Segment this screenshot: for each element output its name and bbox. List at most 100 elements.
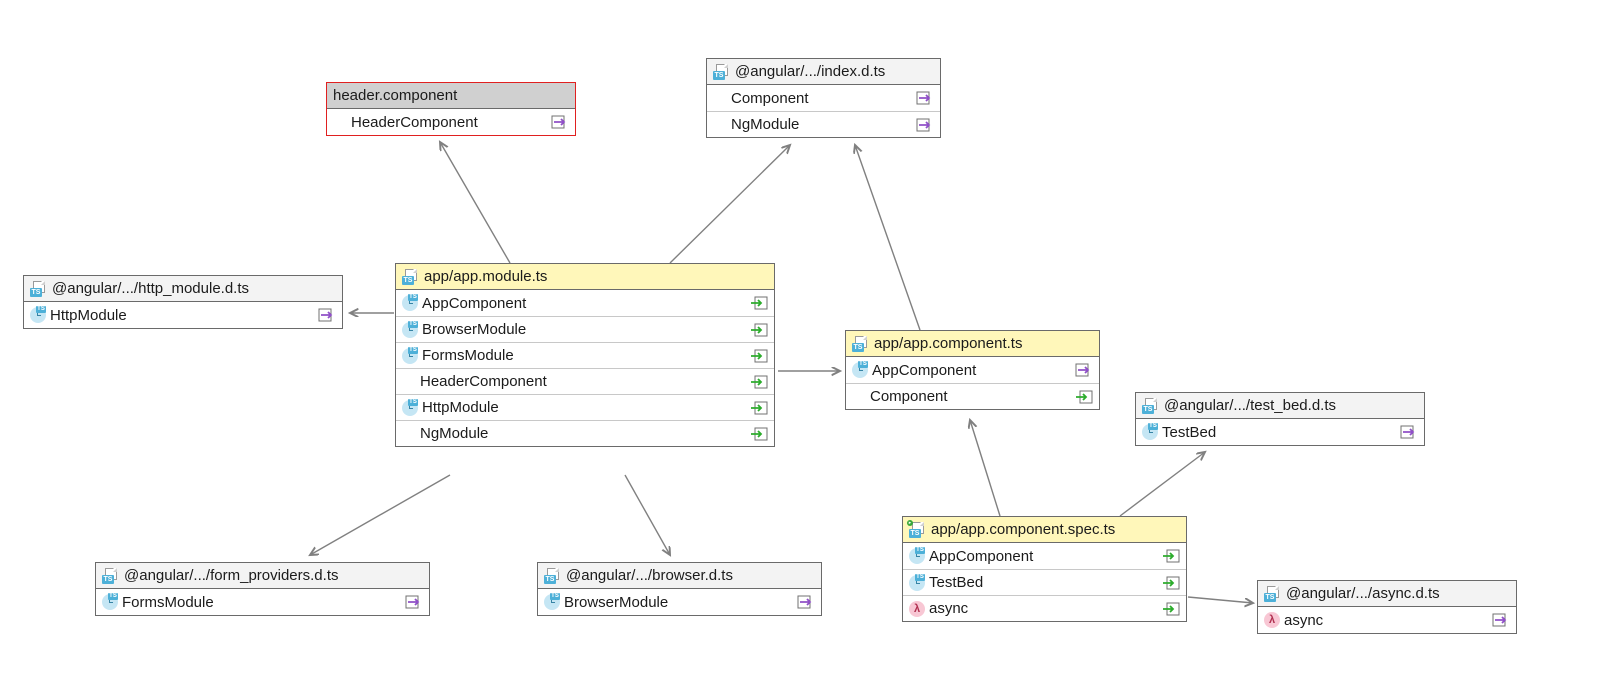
- node-title: TS @angular/.../browser.d.ts: [538, 563, 821, 589]
- arrow-spec-to-testbed: [1120, 452, 1205, 516]
- ts-file-icon: TS: [102, 568, 120, 584]
- export-icon: [1075, 363, 1093, 377]
- node-angular-testbed[interactable]: TS @angular/.../test_bed.d.ts TS TestBed: [1135, 392, 1425, 446]
- member-row[interactable]: λ async: [903, 595, 1186, 621]
- member-label: FormsModule: [422, 347, 744, 364]
- node-angular-browser[interactable]: TS @angular/.../browser.d.ts TS BrowserM…: [537, 562, 822, 616]
- node-title: TS @angular/.../test_bed.d.ts: [1136, 393, 1424, 419]
- class-icon: TS: [402, 295, 418, 311]
- title-label: @angular/.../http_module.d.ts: [52, 280, 336, 297]
- lambda-icon: λ: [1264, 612, 1280, 628]
- ts-file-icon: TS: [402, 269, 420, 285]
- node-title: TS app/app.module.ts: [396, 264, 774, 290]
- member-row[interactable]: HeaderComponent: [396, 368, 774, 394]
- export-icon: [797, 595, 815, 609]
- member-row[interactable]: TS BrowserModule: [396, 316, 774, 342]
- node-app-component-spec[interactable]: TS▸ app/app.component.spec.ts TS AppComp…: [902, 516, 1187, 622]
- member-row[interactable]: TS FormsModule: [396, 342, 774, 368]
- arrow-spec-to-async: [1188, 597, 1253, 603]
- ts-file-icon: TS: [852, 336, 870, 352]
- member-label: AppComponent: [929, 548, 1156, 565]
- member-row[interactable]: TS FormsModule: [96, 589, 429, 615]
- import-icon: [750, 427, 768, 441]
- member-row[interactable]: TS AppComponent: [396, 290, 774, 316]
- node-title: TS▸ app/app.component.spec.ts: [903, 517, 1186, 543]
- export-icon: [916, 91, 934, 105]
- class-icon: TS: [402, 348, 418, 364]
- class-icon: TS: [909, 548, 925, 564]
- member-row[interactable]: NgModule: [396, 420, 774, 446]
- import-icon: [750, 296, 768, 310]
- member-label: FormsModule: [122, 594, 399, 611]
- member-row[interactable]: NgModule: [707, 111, 940, 137]
- member-row[interactable]: Component: [707, 85, 940, 111]
- class-icon: TS: [30, 307, 46, 323]
- export-icon: [318, 308, 336, 322]
- export-icon: [405, 595, 423, 609]
- import-icon: [750, 323, 768, 337]
- class-icon: TS: [1142, 424, 1158, 440]
- ts-file-icon: TS: [713, 64, 731, 80]
- member-label: AppComponent: [872, 362, 1069, 379]
- node-angular-http[interactable]: TS @angular/.../http_module.d.ts TS Http…: [23, 275, 343, 329]
- arrow-component-to-angular-index: [855, 145, 920, 330]
- node-header-component[interactable]: header.component HeaderComponent: [326, 82, 576, 136]
- import-icon: [750, 401, 768, 415]
- title-label: @angular/.../browser.d.ts: [566, 567, 815, 584]
- node-angular-async[interactable]: TS @angular/.../async.d.ts λ async: [1257, 580, 1517, 634]
- export-icon: [551, 115, 569, 129]
- arrow-module-to-header: [440, 142, 510, 263]
- member-row[interactable]: TS TestBed: [903, 569, 1186, 595]
- node-app-component[interactable]: TS app/app.component.ts TS AppComponent …: [845, 330, 1100, 410]
- arrow-module-to-angular-index: [670, 145, 790, 263]
- node-app-module[interactable]: TS app/app.module.ts TS AppComponent TS …: [395, 263, 775, 447]
- member-row[interactable]: TS HttpModule: [24, 302, 342, 328]
- title-label: @angular/.../index.d.ts: [735, 63, 934, 80]
- class-icon: TS: [402, 322, 418, 338]
- node-angular-index[interactable]: TS @angular/.../index.d.ts Component NgM…: [706, 58, 941, 138]
- title-label: @angular/.../test_bed.d.ts: [1164, 397, 1418, 414]
- lambda-icon: λ: [909, 601, 925, 617]
- member-row[interactable]: λ async: [1258, 607, 1516, 633]
- ts-file-icon: TS: [30, 281, 48, 297]
- member-row[interactable]: TS AppComponent: [903, 543, 1186, 569]
- title-label: app/app.component.ts: [874, 335, 1093, 352]
- class-icon: TS: [544, 594, 560, 610]
- class-icon: TS: [402, 400, 418, 416]
- import-icon: [1075, 390, 1093, 404]
- class-icon: TS: [102, 594, 118, 610]
- member-label: NgModule: [731, 116, 910, 133]
- member-row[interactable]: TS TestBed: [1136, 419, 1424, 445]
- node-title: TS @angular/.../http_module.d.ts: [24, 276, 342, 302]
- ts-file-icon: TS: [1142, 398, 1160, 414]
- member-label: Component: [870, 388, 1069, 405]
- title-label: @angular/.../form_providers.d.ts: [124, 567, 423, 584]
- member-label: HeaderComponent: [351, 114, 545, 131]
- export-icon: [916, 118, 934, 132]
- arrow-spec-to-component: [970, 420, 1000, 516]
- member-label: TestBed: [1162, 424, 1394, 441]
- member-label: NgModule: [420, 425, 744, 442]
- class-icon: TS: [852, 362, 868, 378]
- node-angular-form-providers[interactable]: TS @angular/.../form_providers.d.ts TS F…: [95, 562, 430, 616]
- node-title: TS @angular/.../index.d.ts: [707, 59, 940, 85]
- member-row[interactable]: TS AppComponent: [846, 357, 1099, 383]
- class-icon: TS: [909, 575, 925, 591]
- member-row[interactable]: TS HttpModule: [396, 394, 774, 420]
- member-label: HttpModule: [50, 307, 312, 324]
- member-row[interactable]: HeaderComponent: [327, 109, 575, 135]
- title-label: @angular/.../async.d.ts: [1286, 585, 1510, 602]
- arrow-module-to-browser: [625, 475, 670, 555]
- member-row[interactable]: TS BrowserModule: [538, 589, 821, 615]
- ts-file-icon: TS: [544, 568, 562, 584]
- member-label: BrowserModule: [564, 594, 791, 611]
- title-label: app/app.component.spec.ts: [931, 521, 1180, 538]
- member-row[interactable]: Component: [846, 383, 1099, 409]
- member-label: TestBed: [929, 574, 1156, 591]
- node-title: header.component: [327, 83, 575, 109]
- arrow-module-to-forms: [310, 475, 450, 555]
- import-icon: [1162, 576, 1180, 590]
- member-label: HttpModule: [422, 399, 744, 416]
- export-icon: [1492, 613, 1510, 627]
- member-label: HeaderComponent: [420, 373, 744, 390]
